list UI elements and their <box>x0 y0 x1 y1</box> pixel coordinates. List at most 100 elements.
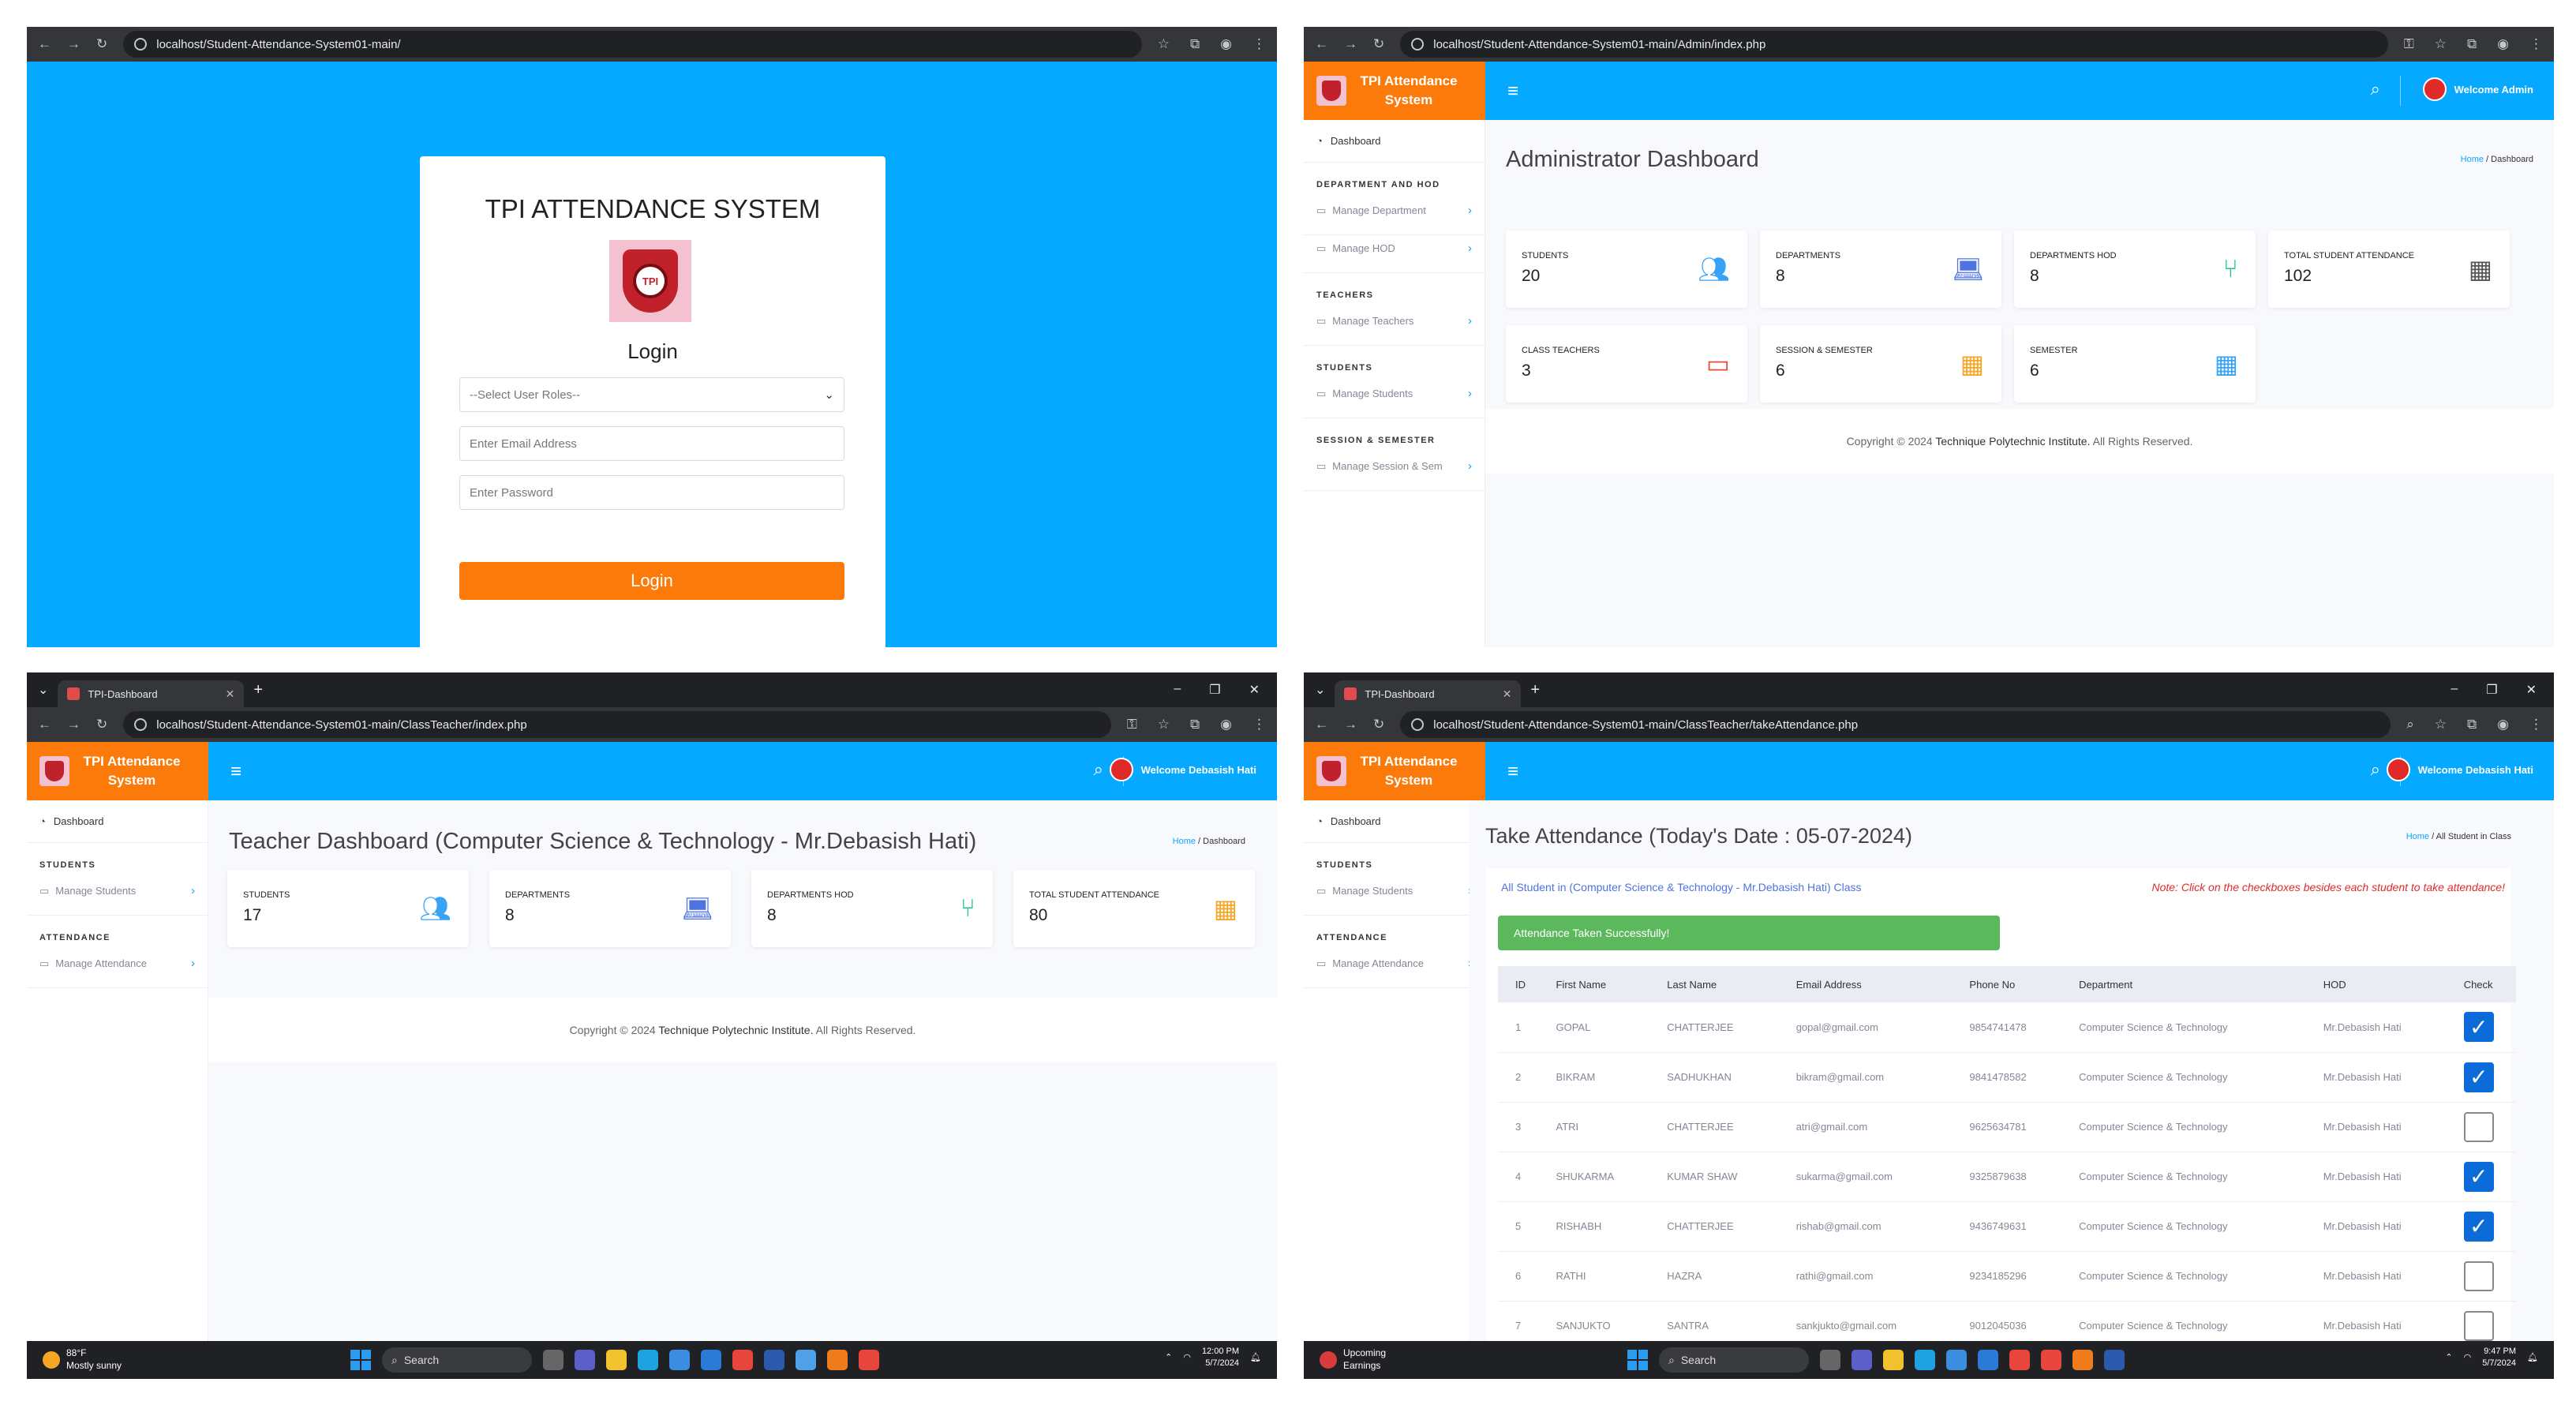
hamburger-icon[interactable]: ≡ <box>1507 81 1518 103</box>
chrome-icon[interactable] <box>2041 1350 2061 1370</box>
url-field[interactable]: localhost/Student-Attendance-System01-ma… <box>1400 711 2391 738</box>
minimize-icon[interactable]: – <box>1174 682 1181 698</box>
start-icon[interactable] <box>350 1350 371 1370</box>
back-icon[interactable]: ← <box>38 717 51 732</box>
word-icon[interactable] <box>764 1350 784 1370</box>
zoom-icon[interactable]: ⌕ <box>2406 717 2414 732</box>
notepad-icon[interactable] <box>796 1350 816 1370</box>
forward-icon[interactable]: → <box>1344 717 1357 732</box>
edge-icon[interactable] <box>1915 1350 1935 1370</box>
restore-icon[interactable]: ❐ <box>1209 682 1220 698</box>
weather-widget[interactable]: 88°F Mostly sunny <box>43 1347 122 1372</box>
task-view-icon[interactable] <box>543 1350 564 1370</box>
sidebar-item[interactable]: ▭ Manage Department › <box>1304 197 1485 235</box>
wifi-icon[interactable]: ◠ <box>1183 1352 1191 1364</box>
breadcrumb-home[interactable]: Home <box>1173 837 1196 846</box>
chrome-icon[interactable] <box>2009 1350 2030 1370</box>
attendance-checkbox[interactable]: ✓ <box>2463 1211 2494 1242</box>
chrome-icon[interactable] <box>732 1350 753 1370</box>
minimize-icon[interactable]: – <box>2451 682 2458 698</box>
user-menu[interactable]: Welcome Admin <box>2422 77 2533 101</box>
xampp-icon[interactable] <box>827 1350 848 1370</box>
file-explorer-icon[interactable] <box>606 1350 627 1370</box>
tab-dashboard[interactable]: TPI-Dashboard ✕ <box>1335 680 1522 707</box>
sidebar-item[interactable]: ▭ Manage Teachers › <box>1304 308 1485 346</box>
brand[interactable]: TPI Attendance System <box>27 742 208 800</box>
close-window-icon[interactable]: ✕ <box>1249 682 1260 698</box>
bell-icon[interactable]: 🔔︎ <box>2527 1352 2538 1364</box>
tab-dashboard[interactable]: TPI-Dashboard ✕ <box>58 680 245 707</box>
new-tab-icon[interactable]: + <box>1530 681 1540 699</box>
profile-icon[interactable]: ◉ <box>2497 36 2509 52</box>
extensions-icon[interactable]: ⧉ <box>2467 717 2477 732</box>
password-field[interactable]: Enter Password <box>459 475 844 510</box>
search-icon[interactable]: ⌕ <box>2371 759 2380 780</box>
reload-icon[interactable]: ↻ <box>96 36 107 52</box>
sidebar-item-dashboard[interactable]: ◔ Dashboard <box>27 800 208 843</box>
star-icon[interactable]: ☆ <box>1158 717 1170 732</box>
reload-icon[interactable]: ↻ <box>1373 36 1384 52</box>
url-field[interactable]: localhost/Student-Attendance-System01-ma… <box>123 31 1142 58</box>
extensions-icon[interactable]: ⧉ <box>1190 36 1200 52</box>
password-key-icon[interactable]: ⚿ <box>2404 36 2414 52</box>
user-menu[interactable]: Welcome Debasish Hati <box>2386 758 2533 781</box>
site-info-icon[interactable] <box>1411 718 1425 731</box>
attendance-checkbox[interactable]: ✓ <box>2463 1062 2494 1092</box>
taskbar-search[interactable]: ⌕ Search <box>1659 1347 1809 1373</box>
profile-icon[interactable]: ◉ <box>1220 36 1232 52</box>
sidebar-item-dashboard[interactable]: ◔ Dashboard <box>1304 800 1485 843</box>
brand[interactable]: TPI Attendance System <box>1304 62 1485 120</box>
chrome-icon[interactable] <box>859 1350 879 1370</box>
profile-icon[interactable]: ◉ <box>2497 717 2509 732</box>
back-icon[interactable]: ← <box>38 36 51 52</box>
star-icon[interactable]: ☆ <box>1158 36 1170 52</box>
tray-chevron-icon[interactable]: ⌃ <box>1165 1352 1172 1364</box>
sidebar-item[interactable]: ▭ Manage Students › <box>27 878 208 916</box>
menu-icon[interactable]: ⋮ <box>2529 36 2543 52</box>
attendance-checkbox[interactable] <box>2463 1111 2494 1142</box>
star-icon[interactable]: ☆ <box>2435 36 2447 52</box>
task-view-icon[interactable] <box>1820 1350 1840 1370</box>
attendance-checkbox[interactable] <box>2463 1310 2494 1341</box>
wifi-icon[interactable]: ◠ <box>2464 1352 2472 1364</box>
user-role-select[interactable]: --Select User Roles-- ⌄ <box>459 377 844 412</box>
profile-icon[interactable]: ◉ <box>1220 717 1232 732</box>
news-widget[interactable]: Upcoming Earnings <box>1320 1347 1386 1372</box>
attendance-checkbox[interactable]: ✓ <box>2463 1012 2494 1043</box>
search-icon[interactable]: ⌕ <box>1094 759 1103 780</box>
tab-search-icon[interactable]: ⌄ <box>38 682 48 698</box>
sidebar-item[interactable]: ▭Manage Attendance› <box>1304 950 1485 988</box>
brand[interactable]: TPI Attendance System <box>1304 742 1485 800</box>
star-icon[interactable]: ☆ <box>2435 717 2447 732</box>
user-menu[interactable]: Welcome Debasish Hati <box>1109 758 1256 781</box>
tray-chevron-icon[interactable]: ⌃ <box>2445 1352 2452 1364</box>
password-key-icon[interactable]: ⚿ <box>1127 717 1137 732</box>
url-field[interactable]: localhost/Student-Attendance-System01-ma… <box>1400 31 2388 58</box>
word-icon[interactable] <box>2104 1350 2125 1370</box>
back-icon[interactable]: ← <box>1315 717 1328 732</box>
close-window-icon[interactable]: ✕ <box>2526 682 2537 698</box>
close-tab-icon[interactable]: ✕ <box>226 687 235 701</box>
hamburger-icon[interactable]: ≡ <box>1507 761 1518 783</box>
extensions-icon[interactable]: ⧉ <box>2467 36 2477 52</box>
tab-search-icon[interactable]: ⌄ <box>1315 682 1325 698</box>
vscode-icon[interactable] <box>701 1350 721 1370</box>
sidebar-item[interactable]: ▭ Manage HOD › <box>1304 235 1485 273</box>
restore-icon[interactable]: ❐ <box>2486 682 2497 698</box>
site-info-icon[interactable] <box>134 718 148 731</box>
teams-icon[interactable] <box>1852 1350 1872 1370</box>
forward-icon[interactable]: → <box>67 717 80 732</box>
taskbar-search[interactable]: ⌕ Search <box>382 1347 532 1373</box>
hamburger-icon[interactable]: ≡ <box>230 761 242 783</box>
email-field[interactable]: Enter Email Address <box>459 426 844 461</box>
menu-icon[interactable]: ⋮ <box>2529 717 2543 732</box>
edge-icon[interactable] <box>638 1350 658 1370</box>
search-icon[interactable]: ⌕ <box>2371 79 2380 99</box>
menu-icon[interactable]: ⋮ <box>1252 717 1266 732</box>
attendance-checkbox[interactable]: ✓ <box>2463 1161 2494 1192</box>
breadcrumb-home[interactable]: Home <box>2406 832 2429 841</box>
attendance-checkbox[interactable] <box>2463 1261 2494 1291</box>
start-icon[interactable] <box>1627 1350 1648 1370</box>
reload-icon[interactable]: ↻ <box>1373 717 1384 732</box>
file-explorer-icon[interactable] <box>1883 1350 1904 1370</box>
